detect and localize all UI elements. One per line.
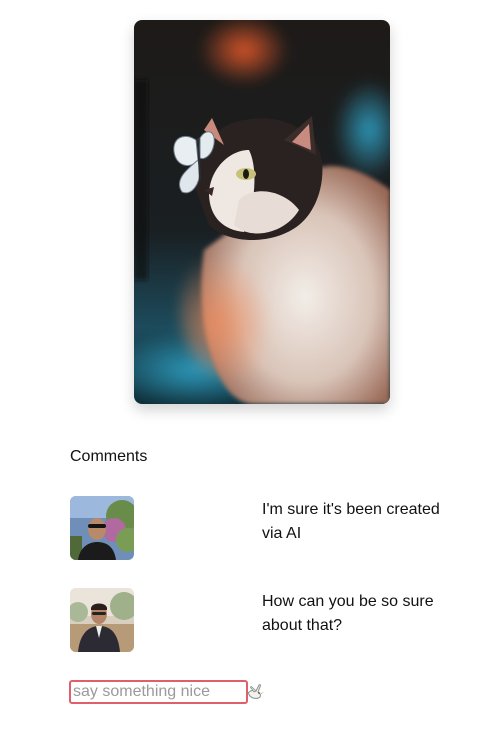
- comments-heading: Comments: [70, 448, 148, 465]
- user-avatar-2[interactable]: [70, 588, 134, 652]
- comment-input[interactable]: [69, 680, 248, 704]
- comment-item: I'm sure it's been created via AI: [70, 496, 460, 560]
- dove-icon[interactable]: [246, 681, 266, 701]
- comment-item: How can you be so sure about that?: [70, 588, 460, 652]
- user-avatar-1[interactable]: [70, 496, 134, 560]
- comment-text: How can you be so sure about that?: [262, 593, 434, 634]
- comment-text: I'm sure it's been created via AI: [262, 501, 440, 542]
- post-photo: [134, 20, 390, 404]
